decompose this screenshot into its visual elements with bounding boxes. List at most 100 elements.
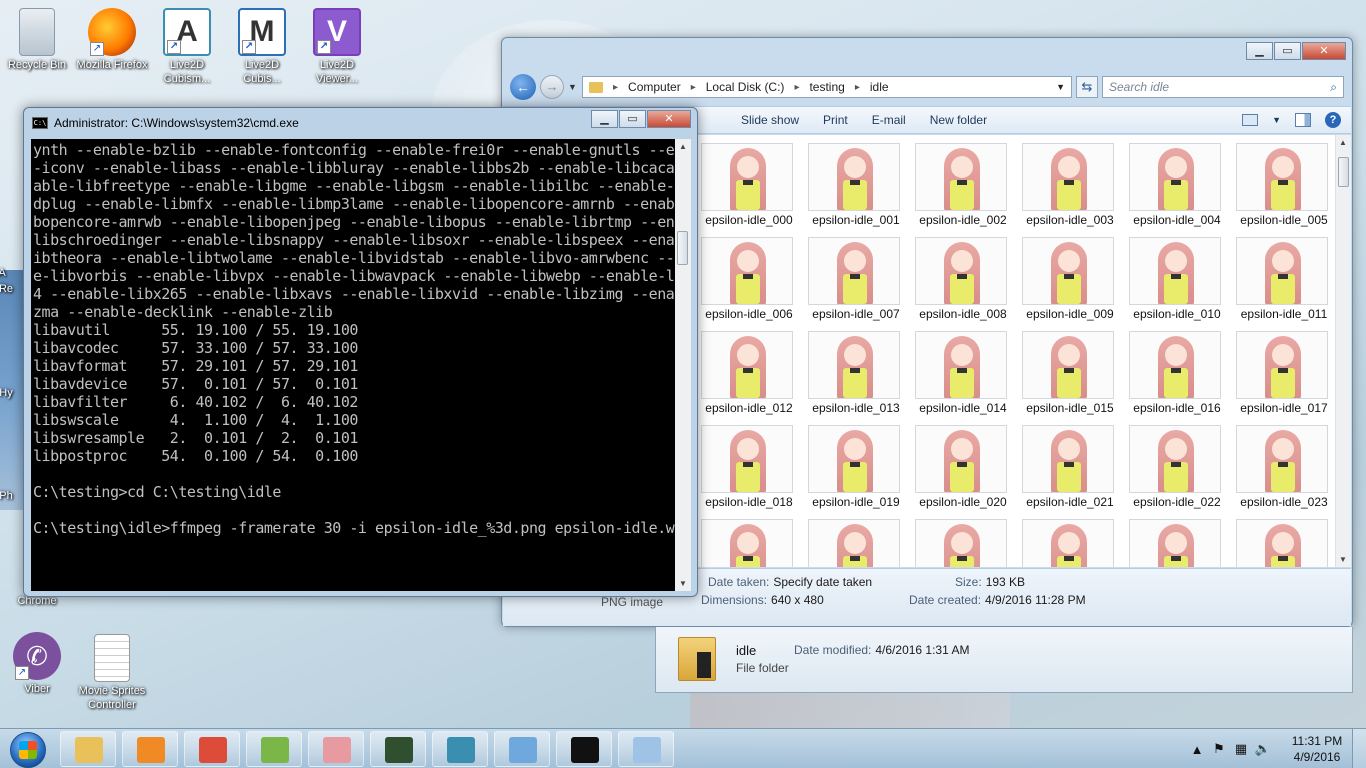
file-thumbnail[interactable]: epsilon-idle_019 (796, 423, 903, 517)
clock[interactable]: 11:31 PM 4/9/2016 (1282, 733, 1352, 765)
file-thumbnail[interactable]: epsilon-idle_017 (1224, 329, 1331, 423)
scroll-up-icon[interactable]: ▲ (1339, 138, 1347, 147)
volume-icon[interactable]: 🔈 (1254, 741, 1272, 757)
close-button[interactable]: ✕ (1302, 42, 1346, 60)
desktop-icon-live2d-modeler[interactable]: M ↗ Live2D Cubis... (225, 8, 299, 86)
file-thumbnail[interactable]: epsilon-idle_021 (1010, 423, 1117, 517)
close-button[interactable]: ✕ (647, 110, 691, 128)
date-taken-value[interactable]: Specify date taken (773, 575, 872, 589)
file-thumbnail[interactable]: epsilon-idle_008 (903, 235, 1010, 329)
file-name: epsilon-idle_014 (919, 401, 1007, 415)
file-thumbnail[interactable]: epsilon-idle_003 (1010, 141, 1117, 235)
console-output[interactable]: ynth --enable-bzlib --enable-fontconfig … (31, 139, 675, 591)
file-thumbnail[interactable]: epsilon-idle_022 (1117, 423, 1224, 517)
taskbar-button[interactable] (494, 731, 550, 767)
print-button[interactable]: Print (811, 113, 860, 127)
back-arrow-icon[interactable]: ← (510, 74, 536, 100)
search-input[interactable]: Search idle ⌕ (1102, 76, 1344, 98)
email-button[interactable]: E-mail (860, 113, 918, 127)
file-thumbnail[interactable]: epsilon-idle_020 (903, 423, 1010, 517)
scroll-down-icon[interactable]: ▼ (679, 579, 687, 588)
taskbar-button[interactable] (556, 731, 612, 767)
refresh-icon[interactable]: ⇆ (1076, 76, 1098, 98)
scroll-thumb[interactable] (1338, 157, 1349, 187)
file-thumbnail[interactable]: epsilon-idle_005 (1224, 141, 1331, 235)
maximize-button[interactable]: ▭ (619, 110, 646, 128)
file-thumbnail[interactable] (796, 517, 903, 567)
taskbar: ▲ ⚑ ▦ 🔈 11:31 PM 4/9/2016 (0, 728, 1366, 768)
file-thumbnail[interactable]: epsilon-idle_002 (903, 141, 1010, 235)
breadcrumb-local-disk[interactable]: Local Disk (C:) (706, 80, 785, 94)
console-line: -iconv --enable-libass --enable-libblura… (33, 159, 675, 177)
file-thumbnail[interactable]: epsilon-idle_015 (1010, 329, 1117, 423)
breadcrumb-computer[interactable]: Computer (628, 80, 681, 94)
minimize-button[interactable]: ▁ (1246, 42, 1273, 60)
desktop-icon-live2d-viewer[interactable]: V ↗ Live2D Viewer... (300, 8, 374, 86)
scroll-thumb[interactable] (677, 231, 688, 265)
file-thumbnail[interactable]: epsilon-idle_001 (796, 141, 903, 235)
file-thumbnail[interactable]: epsilon-idle_012 (689, 329, 796, 423)
file-thumbnail[interactable]: epsilon-idle_004 (1117, 141, 1224, 235)
breadcrumb-idle[interactable]: idle (870, 80, 889, 94)
vertical-scrollbar[interactable]: ▲ ▼ (1335, 135, 1351, 567)
explorer-details-pane-background[interactable]: idle File folder Date modified: 4/6/2016 … (655, 627, 1353, 693)
console-line: ibtheora --enable-libtwolame --enable-li… (33, 249, 675, 267)
file-thumbnail[interactable]: epsilon-idle_011 (1224, 235, 1331, 329)
show-hidden-icons-icon[interactable]: ▲ (1188, 742, 1206, 757)
show-desktop-button[interactable] (1352, 729, 1366, 768)
file-thumbnail[interactable] (1117, 517, 1224, 567)
file-thumbnail[interactable]: epsilon-idle_014 (903, 329, 1010, 423)
address-dropdown-icon[interactable]: ▼ (1056, 82, 1065, 92)
scroll-down-icon[interactable]: ▼ (1339, 555, 1347, 564)
desktop-icon-viber[interactable]: ✆ ↗ Viber (0, 632, 74, 696)
maximize-button[interactable]: ▭ (1274, 42, 1301, 60)
change-view-icon[interactable] (1242, 114, 1259, 126)
minimize-button[interactable]: ▁ (591, 110, 618, 128)
help-icon[interactable]: ? (1325, 112, 1341, 128)
new-folder-button[interactable]: New folder (918, 113, 999, 127)
preview-pane-icon[interactable] (1295, 113, 1311, 127)
image-thumbnail (1129, 143, 1221, 211)
forward-arrow-icon[interactable]: → (540, 75, 564, 99)
slide-show-button[interactable]: Slide show (729, 113, 811, 127)
start-button[interactable] (2, 730, 52, 768)
file-thumbnail[interactable]: epsilon-idle_013 (796, 329, 903, 423)
taskbar-button[interactable] (246, 731, 302, 767)
desktop-icon-live2d-cubism[interactable]: A ↗ Live2D Cubism... (150, 8, 224, 86)
action-center-flag-icon[interactable]: ⚑ (1210, 741, 1228, 757)
file-thumbnail[interactable]: epsilon-idle_023 (1224, 423, 1331, 517)
file-thumbnail[interactable]: epsilon-idle_000 (689, 141, 796, 235)
image-thumbnail (1236, 331, 1328, 399)
file-thumbnail[interactable] (689, 517, 796, 567)
date-modified-field: Date modified: 4/6/2016 1:31 AM (794, 643, 970, 657)
taskbar-button[interactable] (618, 731, 674, 767)
view-dropdown-icon[interactable]: ▼ (1272, 115, 1281, 125)
file-thumbnail[interactable]: epsilon-idle_009 (1010, 235, 1117, 329)
scroll-up-icon[interactable]: ▲ (679, 142, 687, 151)
clock-date: 4/9/2016 (1293, 750, 1341, 764)
taskbar-button[interactable] (122, 731, 178, 767)
taskbar-button[interactable] (60, 731, 116, 767)
taskbar-button[interactable] (432, 731, 488, 767)
desktop-icon-movie-sprites-controller[interactable]: Movie Sprites Controller (75, 634, 149, 712)
file-thumbnail[interactable]: epsilon-idle_018 (689, 423, 796, 517)
file-thumbnail[interactable]: epsilon-idle_010 (1117, 235, 1224, 329)
file-name: epsilon-idle_021 (1026, 495, 1114, 509)
taskbar-button[interactable] (184, 731, 240, 767)
network-icon[interactable]: ▦ (1232, 741, 1250, 757)
file-thumbnail[interactable]: epsilon-idle_006 (689, 235, 796, 329)
file-thumbnail[interactable]: epsilon-idle_007 (796, 235, 903, 329)
address-bar[interactable]: ▸ Computer ▸ Local Disk (C:) ▸ testing ▸… (582, 76, 1072, 98)
desktop-icon-recycle-bin[interactable]: Recycle Bin (0, 8, 74, 72)
history-dropdown-icon[interactable]: ▼ (568, 82, 578, 92)
console-scrollbar[interactable]: ▲ ▼ (675, 139, 691, 591)
taskbar-button[interactable] (308, 731, 364, 767)
cmd-window[interactable]: C:\ Administrator: C:\Windows\system32\c… (23, 107, 698, 597)
file-thumbnail[interactable] (903, 517, 1010, 567)
file-thumbnail[interactable] (1224, 517, 1331, 567)
desktop-icon-firefox[interactable]: ↗ Mozilla Firefox (75, 8, 149, 72)
file-thumbnail[interactable] (1010, 517, 1117, 567)
file-thumbnail[interactable]: epsilon-idle_016 (1117, 329, 1224, 423)
taskbar-button[interactable] (370, 731, 426, 767)
breadcrumb-testing[interactable]: testing (809, 80, 844, 94)
